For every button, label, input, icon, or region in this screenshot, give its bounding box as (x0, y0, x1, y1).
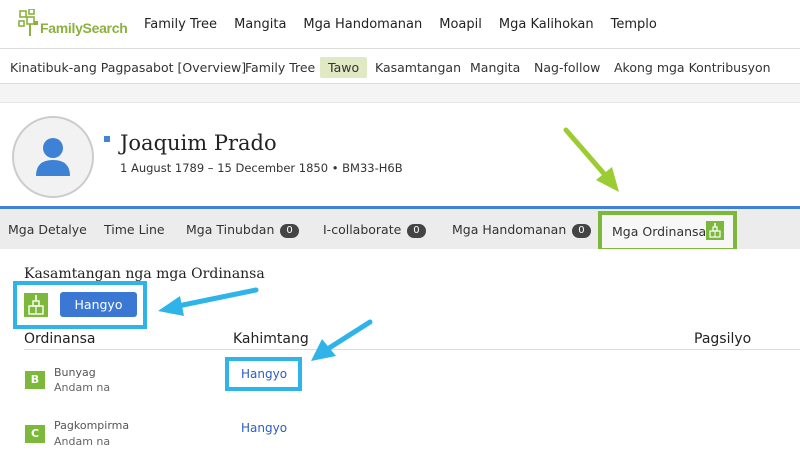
tab-collaborate-label: I-collaborate (323, 222, 402, 237)
section-title: Kasamtangan nga mga Ordinansa (24, 266, 265, 282)
temple-icon (706, 221, 724, 240)
tab-handomanan-label: Mga Handomanan (452, 222, 567, 237)
ordinance-status-text: Andam na (54, 435, 111, 448)
sub-nav: Kinatibuk-ang Pagpasabot [Overview] Fami… (0, 48, 800, 84)
subnav-family-tree[interactable]: Family Tree (237, 57, 323, 78)
top-bar: FamilySearch Family Tree Mangita Mga Han… (0, 0, 800, 48)
ordinance-name: Pagkompirma (54, 419, 130, 432)
gender-marker (104, 136, 110, 142)
status-request-link[interactable]: Hangyo (241, 421, 287, 435)
temple-icon (24, 293, 48, 317)
tab-timeline[interactable]: Time Line (104, 209, 165, 249)
subnav-overview[interactable]: Kinatibuk-ang Pagpasabot [Overview] (2, 57, 254, 78)
person-name: Joaquim Prado (120, 131, 277, 155)
tab-collaborate[interactable]: I-collaborate 0 (323, 209, 426, 249)
tab-timeline-label: Time Line (104, 222, 165, 237)
column-header-status: Kahimtang (233, 331, 309, 347)
tree-logo-icon (18, 9, 38, 36)
status-request-link[interactable]: Hangyo (241, 367, 287, 381)
person-lifespan: 1 August 1789 – 15 December 1850 • BM33-… (120, 161, 403, 175)
ordinance-status-text: Andam na (54, 381, 111, 394)
familysearch-logo[interactable]: FamilySearch (18, 9, 130, 39)
ordinances-panel: Kasamtangan nga mga Ordinansa Hangyo Ord… (0, 249, 800, 460)
header-divider-line (24, 349, 800, 350)
handomanan-count-badge: 0 (572, 224, 591, 238)
topnav-templo[interactable]: Templo (611, 17, 657, 32)
subnav-mangita[interactable]: Mangita (462, 57, 528, 78)
tab-tinubdan[interactable]: Mga Tinubdan 0 (186, 209, 299, 249)
topnav-family-tree[interactable]: Family Tree (144, 17, 217, 32)
tab-handomanan[interactable]: Mga Handomanan 0 (452, 209, 591, 249)
topnav-mangita[interactable]: Mangita (234, 17, 286, 32)
avatar (12, 116, 94, 198)
collaborate-count-badge: 0 (407, 224, 426, 238)
tab-ordinansa[interactable]: Mga Ordinansa (598, 211, 737, 252)
request-button[interactable]: Hangyo (60, 292, 137, 317)
subnav-kontribusyon[interactable]: Akong mga Kontribusyon (606, 57, 779, 78)
person-header: Joaquim Prado 1 August 1789 – 15 Decembe… (0, 102, 800, 206)
subnav-kasamtangan[interactable]: Kasamtangan (367, 57, 469, 78)
topnav-kalihokan[interactable]: Mga Kalihokan (499, 17, 594, 32)
subnav-nag-follow[interactable]: Nag-follow (526, 57, 608, 78)
column-header-ordinance: Ordinansa (24, 331, 96, 347)
ordinance-name: Bunyag (54, 366, 96, 379)
ordinance-badge-c: C (25, 425, 45, 443)
tab-tinubdan-label: Mga Tinubdan (186, 222, 275, 237)
tinubdan-count-badge: 0 (280, 224, 299, 238)
top-nav: Family Tree Mangita Mga Handomanan Moapi… (144, 0, 674, 48)
tab-detalye-label: Mga Detalye (8, 222, 87, 237)
request-highlight-box: Hangyo (13, 281, 147, 329)
tab-detalye[interactable]: Mga Detalye (8, 209, 87, 249)
person-silhouette-icon (36, 138, 70, 176)
topnav-handomanan[interactable]: Mga Handomanan (303, 17, 422, 32)
tab-ordinansa-label: Mga Ordinansa (612, 224, 707, 239)
subnav-tawo[interactable]: Tawo (320, 57, 368, 78)
ordinance-badge-b: B (25, 371, 45, 389)
column-header-place: Pagsilyo (694, 331, 752, 347)
topnav-moapil[interactable]: Moapil (439, 17, 482, 32)
logo-wordmark: FamilySearch (40, 20, 128, 36)
